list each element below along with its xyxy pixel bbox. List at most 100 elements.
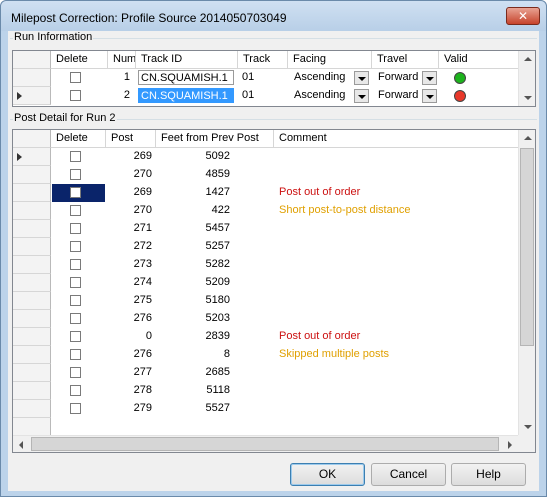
post-row[interactable]: 278 5118 [13,382,519,400]
post-row[interactable]: 273 5282 [13,256,519,274]
run-column-header[interactable]: Valid [439,51,519,69]
run-column-header[interactable]: Travel [372,51,439,69]
row-selector[interactable] [13,69,51,87]
travel-dropdown-icon[interactable] [422,89,437,103]
feet-from-prev: 5118 [206,384,230,396]
feet-from-prev: 1427 [205,186,230,198]
help-button[interactable]: Help [451,463,526,486]
post-number: 0 [145,330,152,342]
row-selector[interactable] [13,148,51,166]
post-grid-hscroll[interactable] [13,435,518,452]
delete-checkbox[interactable] [70,313,81,324]
track-id-field[interactable]: CN.SQUAMISH.1 [138,70,234,85]
facing-value: Ascending [294,71,346,83]
post-row[interactable]: 269 1427 Post out of order [13,184,519,202]
delete-checkbox[interactable] [70,151,81,162]
post-number: 276 [133,348,152,360]
vscroll-thumb[interactable] [520,148,534,346]
valid-status-icon [454,72,466,84]
travel-dropdown-icon[interactable] [422,71,437,85]
hscroll-thumb[interactable] [31,437,499,451]
feet-from-prev: 5257 [205,240,230,252]
delete-checkbox[interactable] [70,385,81,396]
delete-checkbox[interactable] [70,187,81,198]
post-column-header[interactable]: Comment [274,130,519,148]
post-row[interactable]: 272 5257 [13,238,519,256]
row-selector[interactable] [13,382,51,400]
track-id-field[interactable]: CN.SQUAMISH.1 [138,88,234,103]
ok-button[interactable]: OK [290,463,365,486]
delete-checkbox[interactable] [70,169,81,180]
run-info-label: Run Information [13,31,94,43]
delete-checkbox[interactable] [70,331,81,342]
row-selector[interactable] [13,238,51,256]
post-column-header[interactable]: Delete [51,130,106,148]
run-column-header[interactable]: Track [238,51,288,69]
post-number: 270 [133,204,152,216]
post-detail-grid: Delete Post Feet from Prev Post Comment 269 5… [12,129,536,453]
row-selector[interactable] [13,310,51,328]
row-selector[interactable] [13,202,51,220]
scroll-up-icon[interactable] [519,51,536,68]
row-selector[interactable] [13,400,51,418]
post-row[interactable]: 279 5527 [13,400,519,418]
delete-checkbox[interactable] [70,403,81,414]
comment-text [279,148,514,166]
post-row[interactable]: 270 4859 [13,166,519,184]
scroll-left-icon[interactable] [13,436,30,453]
post-column-header[interactable]: Post [106,130,156,148]
post-row[interactable]: 271 5457 [13,220,519,238]
post-row[interactable]: 270 422 Short post-to-post distance [13,202,519,220]
scroll-down-icon[interactable] [519,418,536,435]
row-selector[interactable] [13,87,51,105]
delete-checkbox[interactable] [70,349,81,360]
delete-checkbox[interactable] [70,72,81,83]
row-selector[interactable] [13,220,51,238]
post-row[interactable]: 269 5092 [13,148,519,166]
run-row[interactable]: 2 CN.SQUAMISH.1 01 Ascending Forward [13,87,519,105]
post-grid-vscroll[interactable] [518,130,535,435]
post-row[interactable]: 275 5180 [13,292,519,310]
post-row[interactable]: 274 5209 [13,274,519,292]
post-column-header[interactable]: Feet from Prev Post [156,130,274,148]
scroll-up-icon[interactable] [519,130,536,147]
row-selector[interactable] [13,346,51,364]
row-selector[interactable] [13,292,51,310]
run-column-header[interactable]: Track ID [136,51,238,69]
run-header-row: Delete Num Track ID Track Facing Travel Valid [13,51,519,69]
delete-checkbox[interactable] [70,90,81,101]
delete-checkbox[interactable] [70,367,81,378]
comment-text: Short post-to-post distance [279,204,411,216]
feet-from-prev: 5457 [205,222,230,234]
post-row[interactable]: 276 5203 [13,310,519,328]
facing-dropdown-icon[interactable] [354,71,369,85]
row-selector[interactable] [13,274,51,292]
post-row[interactable]: 0 2839 Post out of order [13,328,519,346]
delete-checkbox[interactable] [70,259,81,270]
row-selector[interactable] [13,364,51,382]
facing-dropdown-icon[interactable] [354,89,369,103]
delete-checkbox[interactable] [70,223,81,234]
close-button[interactable]: ✕ [506,7,540,25]
row-selector[interactable] [13,166,51,184]
delete-checkbox[interactable] [70,295,81,306]
post-row[interactable]: 276 8 Skipped multiple posts [13,346,519,364]
run-column-header[interactable]: Num [108,51,136,69]
post-header-selector [13,130,51,148]
cancel-button[interactable]: Cancel [371,463,446,486]
scroll-right-icon[interactable] [501,436,518,453]
delete-checkbox[interactable] [70,241,81,252]
delete-checkbox[interactable] [70,205,81,216]
post-row[interactable]: 277 2685 [13,364,519,382]
row-selector[interactable] [13,256,51,274]
run-column-header[interactable]: Delete [51,51,108,69]
close-icon: ✕ [517,9,529,23]
row-selector[interactable] [13,184,51,202]
scroll-down-icon[interactable] [519,89,536,106]
facing-value: Ascending [294,89,346,101]
run-row[interactable]: 1 CN.SQUAMISH.1 01 Ascending Forward [13,69,519,87]
run-grid-vscroll[interactable] [518,51,535,106]
run-column-header[interactable]: Facing [288,51,372,69]
delete-checkbox[interactable] [70,277,81,288]
row-selector[interactable] [13,328,51,346]
